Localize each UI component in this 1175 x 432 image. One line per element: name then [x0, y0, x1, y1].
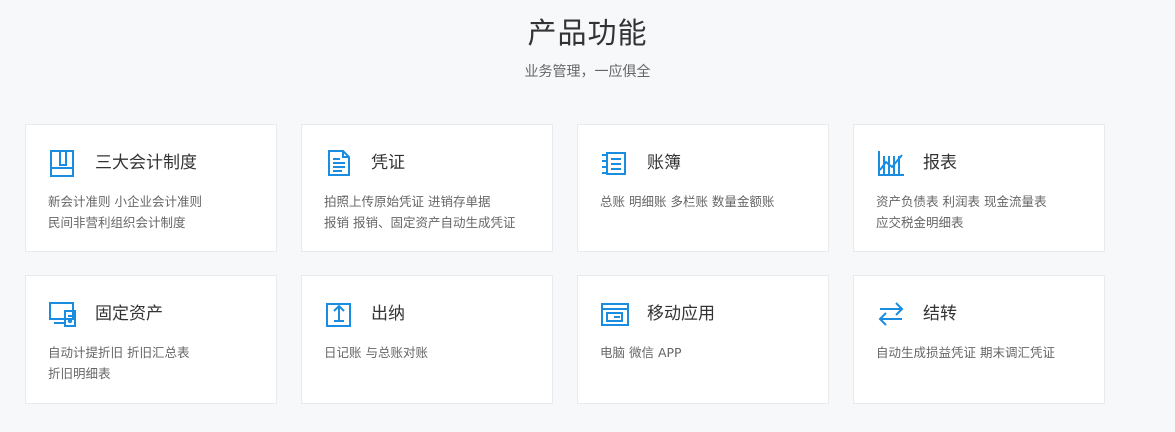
feature-card-ledger[interactable]: 账簿 总账 明细账 多栏账 数量金额账 [577, 124, 829, 252]
card-head: 三大会计制度 [48, 147, 197, 179]
card-body: 总账 明细账 多栏账 数量金额账 [600, 191, 820, 212]
card-line: 应交税金明细表 [876, 215, 964, 230]
card-line: 民间非营利组织会计制度 [48, 215, 186, 230]
card-head: 移动应用 [600, 298, 715, 330]
card-title: 三大会计制度 [95, 153, 197, 173]
card-title: 账簿 [647, 153, 681, 173]
card-line: 总账 明细账 多栏账 数量金额账 [600, 194, 775, 209]
card-title: 报表 [923, 153, 957, 173]
feature-card-voucher[interactable]: 凭证 拍照上传原始凭证 进销存单据 报销 报销、固定资产自动生成凭证 [301, 124, 553, 252]
card-body: 日记账 与总账对账 [324, 342, 544, 363]
card-line: 拍照上传原始凭证 进销存单据 [324, 194, 491, 209]
card-title: 结转 [923, 304, 957, 324]
card-head: 报表 [876, 147, 957, 179]
feature-card-accounting-standards[interactable]: 三大会计制度 新会计准则 小企业会计准则 民间非营利组织会计制度 [25, 124, 277, 252]
card-title: 移动应用 [647, 304, 715, 324]
fixed-assets-icon [48, 299, 78, 329]
card-head: 凭证 [324, 147, 405, 179]
card-line: 电脑 微信 APP [600, 345, 682, 360]
feature-card-carry-forward[interactable]: 结转 自动生成损益凭证 期末调汇凭证 [853, 275, 1105, 404]
card-body: 电脑 微信 APP [600, 342, 820, 363]
feature-card-mobile-app[interactable]: 移动应用 电脑 微信 APP [577, 275, 829, 404]
card-body: 自动计提折旧 折旧汇总表 折旧明细表 [48, 342, 268, 384]
voucher-icon [324, 148, 354, 178]
card-title: 固定资产 [95, 304, 163, 324]
card-line: 报销 报销、固定资产自动生成凭证 [324, 215, 516, 230]
card-head: 固定资产 [48, 298, 163, 330]
section-title: 产品功能 [527, 16, 648, 50]
carry-forward-icon [876, 299, 906, 329]
card-line: 自动生成损益凭证 期末调汇凭证 [876, 345, 1055, 360]
card-head: 账簿 [600, 147, 681, 179]
report-chart-icon [876, 148, 906, 178]
feature-card-fixed-assets[interactable]: 固定资产 自动计提折旧 折旧汇总表 折旧明细表 [25, 275, 277, 404]
ledger-icon [600, 148, 630, 178]
section-subtitle: 业务管理，一应俱全 [524, 64, 651, 80]
card-line: 新会计准则 小企业会计准则 [48, 194, 202, 209]
card-line: 折旧明细表 [48, 366, 111, 381]
card-title: 凭证 [371, 153, 405, 173]
accounting-standards-icon [48, 148, 78, 178]
card-body: 新会计准则 小企业会计准则 民间非营利组织会计制度 [48, 191, 268, 233]
card-body: 资产负债表 利润表 现金流量表 应交税金明细表 [876, 191, 1096, 233]
cashier-icon [324, 299, 354, 329]
card-line: 资产负债表 利润表 现金流量表 [876, 194, 1047, 209]
card-body: 自动生成损益凭证 期末调汇凭证 [876, 342, 1096, 363]
card-line: 自动计提折旧 折旧汇总表 [48, 345, 190, 360]
card-title: 出纳 [371, 304, 405, 324]
feature-card-cashier[interactable]: 出纳 日记账 与总账对账 [301, 275, 553, 404]
card-body: 拍照上传原始凭证 进销存单据 报销 报销、固定资产自动生成凭证 [324, 191, 544, 233]
mobile-app-icon [600, 299, 630, 329]
card-head: 结转 [876, 298, 957, 330]
card-line: 日记账 与总账对账 [324, 345, 428, 360]
feature-card-reports[interactable]: 报表 资产负债表 利润表 现金流量表 应交税金明细表 [853, 124, 1105, 252]
card-head: 出纳 [324, 298, 405, 330]
